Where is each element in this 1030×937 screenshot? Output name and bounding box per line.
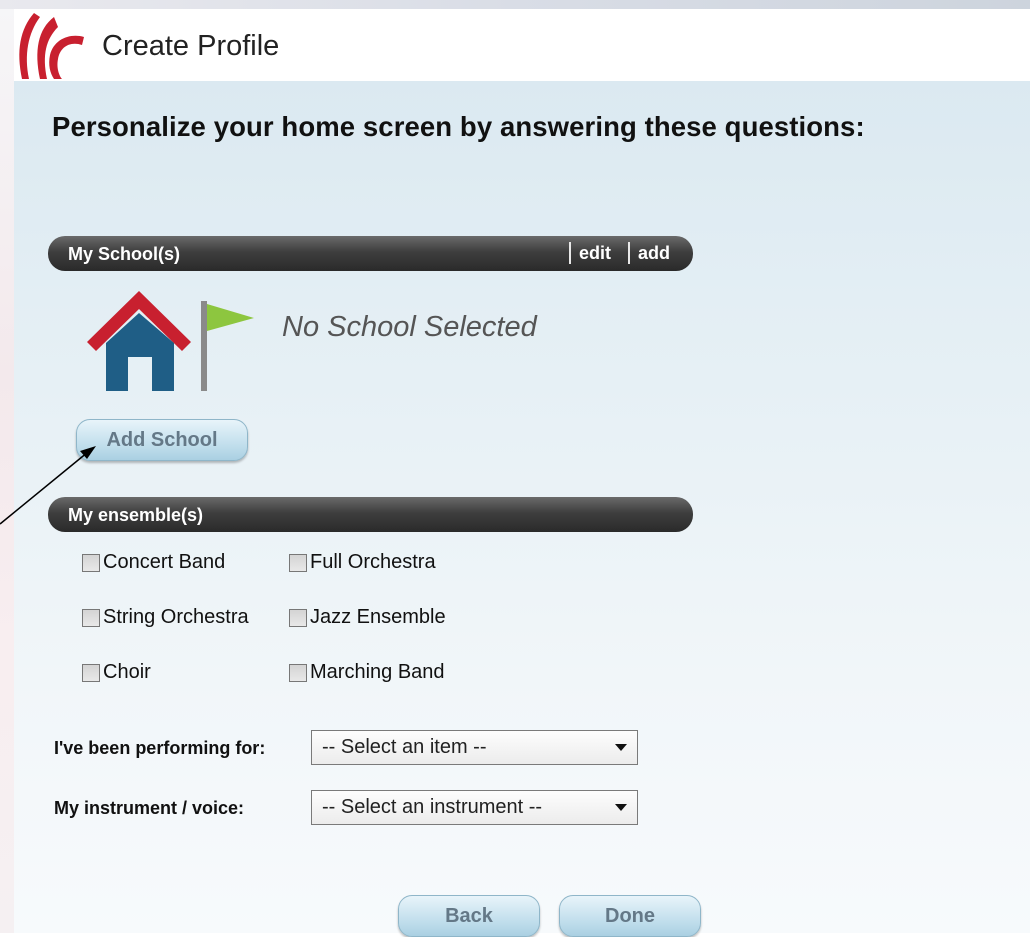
- no-school-text: No School Selected: [282, 311, 537, 343]
- checkbox[interactable]: [289, 553, 307, 572]
- dropdown-caret-icon: [615, 804, 627, 811]
- ensemble-option[interactable]: Choir: [82, 661, 151, 684]
- checkbox[interactable]: [82, 608, 100, 627]
- instrument-label: My instrument / voice:: [54, 798, 245, 818]
- checkbox[interactable]: [82, 663, 100, 682]
- ensemble-option[interactable]: Full Orchestra: [289, 551, 436, 574]
- ensemble-option[interactable]: Marching Band: [289, 661, 445, 684]
- ensemble-option[interactable]: String Orchestra: [82, 606, 249, 629]
- checkbox[interactable]: [289, 608, 307, 627]
- checkbox[interactable]: [289, 663, 307, 682]
- dropdown-caret-icon: [615, 744, 627, 751]
- add-schools-link[interactable]: add: [628, 242, 670, 264]
- performing-label: I've been performing for:: [54, 738, 266, 758]
- ensemble-option[interactable]: Jazz Ensemble: [289, 606, 446, 629]
- edit-schools-link[interactable]: edit: [569, 242, 611, 264]
- back-button[interactable]: Back: [398, 895, 540, 937]
- flag-icon: [207, 304, 254, 331]
- flag-pole: [201, 301, 207, 391]
- done-button[interactable]: Done: [559, 895, 701, 937]
- performing-select[interactable]: -- Select an item --: [311, 730, 638, 765]
- instrument-select[interactable]: -- Select an instrument --: [311, 790, 638, 825]
- annotation-arrow: [0, 446, 96, 525]
